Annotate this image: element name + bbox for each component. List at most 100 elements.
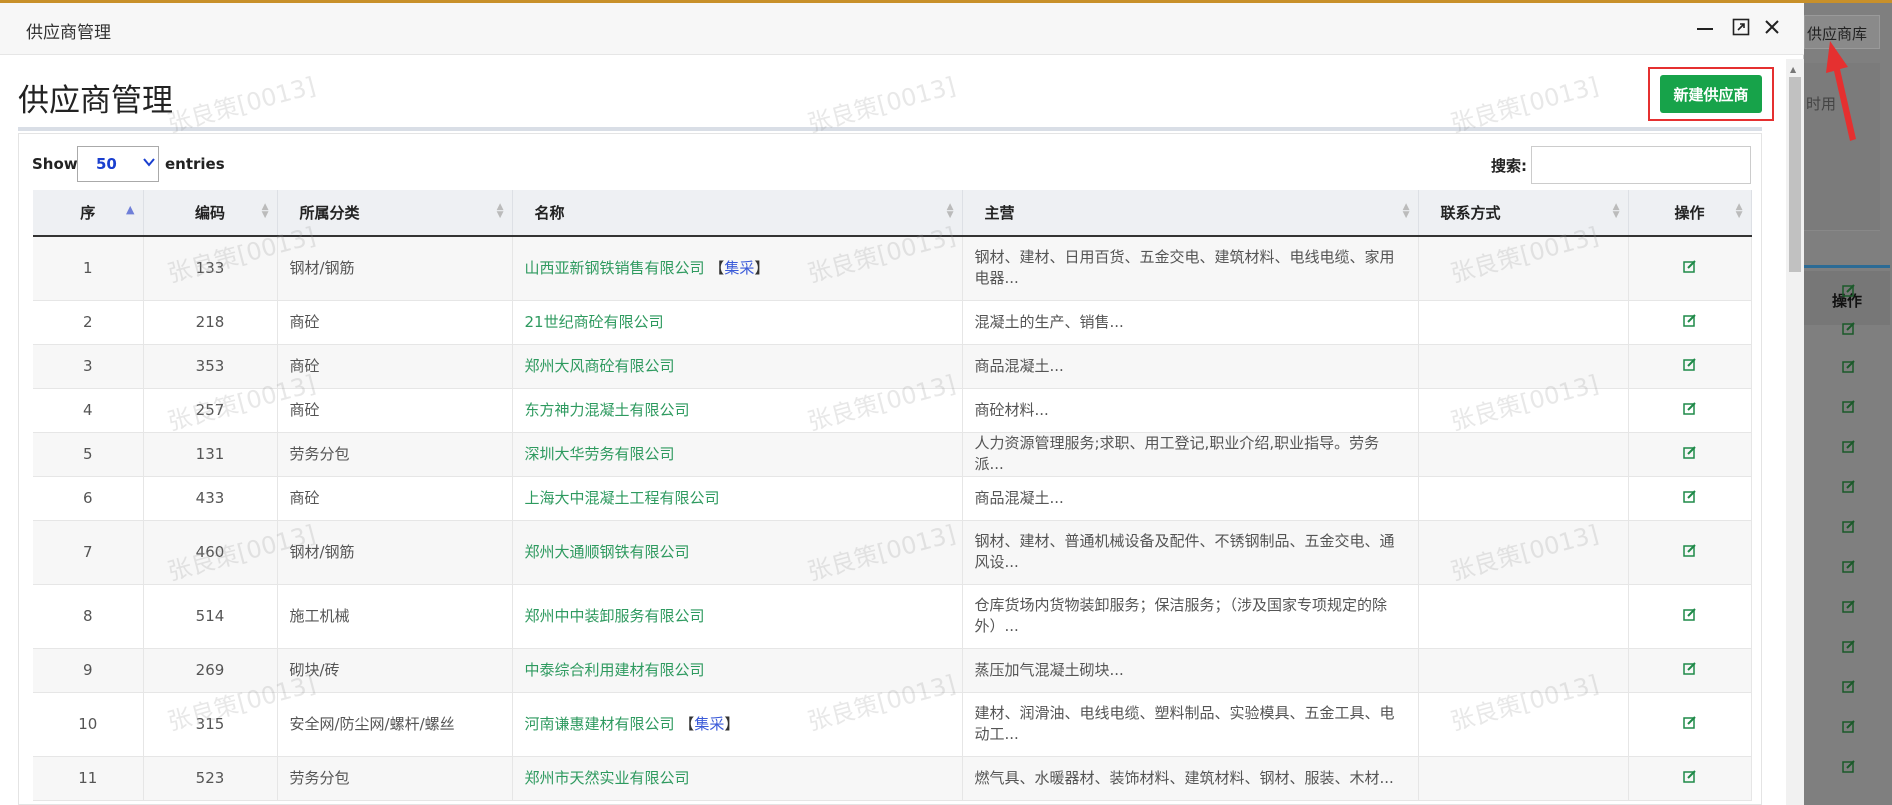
supplier-name-link[interactable]: 河南谦惠建材有限公司 bbox=[525, 715, 675, 733]
cell-main: 商砼材料... bbox=[962, 388, 1419, 433]
cell-code: 131 bbox=[143, 432, 278, 477]
vertical-scrollbar[interactable]: ▲ bbox=[1786, 59, 1804, 805]
procurement-tag[interactable]: 【集采】 bbox=[679, 715, 739, 733]
edit-icon[interactable] bbox=[1682, 489, 1697, 507]
cell-contact bbox=[1418, 584, 1629, 649]
supplier-name-link[interactable]: 郑州大风商砼有限公司 bbox=[525, 357, 675, 375]
scroll-up-icon[interactable]: ▲ bbox=[1790, 65, 1796, 74]
edit-icon[interactable] bbox=[1842, 759, 1860, 775]
cell-contact bbox=[1418, 520, 1629, 585]
edit-icon[interactable] bbox=[1682, 313, 1697, 331]
column-header-main[interactable]: 主营 ▲ ▼ bbox=[962, 190, 1419, 237]
edit-icon[interactable] bbox=[1842, 639, 1860, 655]
edit-icon[interactable] bbox=[1842, 679, 1860, 695]
edit-icon[interactable] bbox=[1682, 259, 1697, 277]
cell-name: 郑州市天然实业有限公司 bbox=[512, 756, 963, 801]
cell-contact bbox=[1418, 236, 1629, 301]
cell-name: 深圳大华劳务有限公司 bbox=[512, 432, 963, 477]
cell-code: 269 bbox=[143, 648, 278, 693]
cell-no: 8 bbox=[33, 584, 144, 649]
edit-icon[interactable] bbox=[1842, 359, 1860, 375]
cell-category: 安全网/防尘网/螺杆/螺丝 bbox=[277, 692, 513, 757]
cell-main: 商品混凝土... bbox=[962, 344, 1419, 389]
table-row: 7 460 钢材/钢筋 郑州大通顺钢铁有限公司 钢材、建材、普通机械设备及配件、不锈钢制… bbox=[33, 520, 1752, 585]
edit-icon[interactable] bbox=[1682, 769, 1697, 787]
table-header-row: 序 ▲ 编码 ▲ ▼ 所属分类 ▲ ▼ 名称 ▲ ▼ 主营 ▲ ▼ 联系方式 ▲ ▼ 操作 ▲ ▼ bbox=[33, 190, 1752, 237]
cell-main: 蒸压加气混凝土砌块... bbox=[962, 648, 1419, 693]
edit-icon[interactable] bbox=[1682, 543, 1697, 561]
edit-icon[interactable] bbox=[1682, 607, 1697, 625]
cell-actions bbox=[1628, 344, 1752, 389]
cell-category: 商砼 bbox=[277, 388, 513, 433]
column-header-category[interactable]: 所属分类 ▲ ▼ bbox=[277, 190, 513, 237]
new-supplier-button[interactable]: 新建供应商 bbox=[1660, 75, 1762, 113]
table-row: 1 133 钢材/钢筋 山西亚新钢铁销售有限公司 【集采】 钢材、建材、日用百货、五金交… bbox=[33, 236, 1752, 301]
edit-icon[interactable] bbox=[1682, 661, 1697, 679]
edit-icon[interactable] bbox=[1842, 479, 1860, 495]
cell-name: 郑州大风商砼有限公司 bbox=[512, 344, 963, 389]
cell-main: 建材、润滑油、电线电缆、塑料制品、实验模具、五金工具、电动工... bbox=[962, 692, 1419, 757]
supplier-name-link[interactable]: 上海大中混凝土工程有限公司 bbox=[525, 489, 720, 507]
edit-icon[interactable] bbox=[1842, 719, 1860, 735]
maximize-icon[interactable] bbox=[1730, 17, 1752, 39]
cell-actions bbox=[1628, 520, 1752, 585]
edit-icon[interactable] bbox=[1842, 321, 1860, 337]
cell-actions bbox=[1628, 432, 1752, 477]
supplier-name-link[interactable]: 郑州中中装卸服务有限公司 bbox=[525, 607, 705, 625]
table-row: 10 315 安全网/防尘网/螺杆/螺丝 河南谦惠建材有限公司 【集采】 建材、润滑油、… bbox=[33, 692, 1752, 757]
cell-no: 5 bbox=[33, 432, 144, 477]
cell-actions bbox=[1628, 692, 1752, 757]
column-header-no[interactable]: 序 ▲ bbox=[33, 190, 144, 237]
sort-icon: ▲ ▼ bbox=[261, 202, 269, 220]
cell-category: 商砼 bbox=[277, 476, 513, 521]
scroll-thumb[interactable] bbox=[1789, 77, 1801, 272]
table-row: 3 353 商砼 郑州大风商砼有限公司 商品混凝土... bbox=[33, 344, 1752, 389]
close-icon[interactable] bbox=[1761, 17, 1783, 39]
minimize-icon[interactable] bbox=[1694, 17, 1716, 39]
sort-icon: ▲ ▼ bbox=[1402, 202, 1410, 220]
edit-icon[interactable] bbox=[1842, 283, 1860, 299]
cell-no: 6 bbox=[33, 476, 144, 521]
supplier-name-link[interactable]: 山西亚新钢铁销售有限公司 bbox=[525, 259, 705, 277]
cell-main: 钢材、建材、日用百货、五金交电、建筑材料、电线电缆、家用电器... bbox=[962, 236, 1419, 301]
edit-icon[interactable] bbox=[1842, 399, 1860, 415]
cell-actions bbox=[1628, 476, 1752, 521]
cell-contact bbox=[1418, 648, 1629, 693]
cell-name: 郑州中中装卸服务有限公司 bbox=[512, 584, 963, 649]
cell-name: 上海大中混凝土工程有限公司 bbox=[512, 476, 963, 521]
cell-category: 商砼 bbox=[277, 344, 513, 389]
edit-icon[interactable] bbox=[1842, 439, 1860, 455]
edit-icon[interactable] bbox=[1842, 519, 1860, 535]
entries-label: entries bbox=[165, 155, 225, 173]
search-label: 搜索: bbox=[1491, 157, 1527, 175]
edit-icon[interactable] bbox=[1682, 357, 1697, 375]
edit-icon[interactable] bbox=[1682, 401, 1697, 419]
page-title: 供应商管理 bbox=[18, 83, 173, 119]
procurement-tag[interactable]: 【集采】 bbox=[709, 259, 769, 277]
edit-icon[interactable] bbox=[1842, 559, 1860, 575]
column-header-name[interactable]: 名称 ▲ ▼ bbox=[512, 190, 963, 237]
supplier-name-link[interactable]: 深圳大华劳务有限公司 bbox=[525, 445, 675, 463]
supplier-name-link[interactable]: 郑州大通顺钢铁有限公司 bbox=[525, 543, 690, 561]
supplier-name-link[interactable]: 东方神力混凝土有限公司 bbox=[525, 401, 690, 419]
supplier-name-link[interactable]: 21世纪商砼有限公司 bbox=[525, 313, 664, 331]
cell-code: 514 bbox=[143, 584, 278, 649]
cell-no: 2 bbox=[33, 300, 144, 345]
edit-icon[interactable] bbox=[1682, 715, 1697, 733]
column-header-contact[interactable]: 联系方式 ▲ ▼ bbox=[1418, 190, 1629, 237]
entries-select[interactable]: 50 bbox=[77, 146, 159, 182]
table-row: 8 514 施工机械 郑州中中装卸服务有限公司 仓库货场内货物装卸服务；保洁服务；（涉及… bbox=[33, 584, 1752, 649]
entries-value: 50 bbox=[96, 155, 117, 173]
sort-icon: ▲ ▼ bbox=[496, 202, 504, 220]
column-header-code[interactable]: 编码 ▲ ▼ bbox=[143, 190, 278, 237]
column-header-actions[interactable]: 操作 ▲ ▼ bbox=[1628, 190, 1752, 237]
edit-icon[interactable] bbox=[1842, 599, 1860, 615]
modal-window-title: 供应商管理 bbox=[26, 23, 111, 43]
background-right-area: 供应商库 时用 操作 bbox=[1804, 3, 1892, 805]
supplier-name-link[interactable]: 中泰综合利用建材有限公司 bbox=[525, 661, 705, 679]
search-input[interactable] bbox=[1531, 146, 1751, 184]
cell-category: 砌块/砖 bbox=[277, 648, 513, 693]
edit-icon[interactable] bbox=[1682, 445, 1697, 463]
supplier-name-link[interactable]: 郑州市天然实业有限公司 bbox=[525, 769, 690, 787]
cell-category: 商砼 bbox=[277, 300, 513, 345]
